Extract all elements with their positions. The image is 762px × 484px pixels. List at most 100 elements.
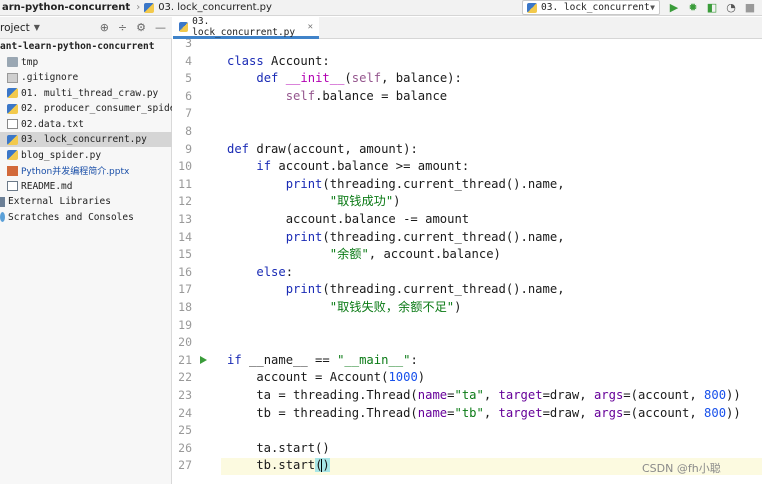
line-number: 27 bbox=[178, 458, 192, 473]
tree-label: 03. lock_concurrent.py bbox=[21, 134, 147, 145]
tree-label: Python并发编程简介.pptx bbox=[21, 167, 130, 177]
run-configuration-select[interactable]: 03. lock_concurrent ▼ bbox=[522, 0, 660, 15]
python-file-icon bbox=[7, 103, 18, 114]
tree-root[interactable]: ant-learn-python-concurrent bbox=[0, 39, 172, 54]
markdown-file-icon bbox=[7, 181, 18, 191]
code-line[interactable]: if account.balance >= amount: bbox=[227, 158, 469, 176]
line-number: 26 bbox=[178, 440, 192, 455]
chevron-down-icon: ▼ bbox=[650, 3, 655, 12]
line-number: 4 bbox=[185, 53, 192, 68]
tree-item-file[interactable]: 02.data.txt bbox=[0, 117, 172, 132]
line-number: 16 bbox=[178, 264, 192, 279]
editor-tab-label: 03. lock_concurrent.py bbox=[192, 15, 296, 38]
collapse-all-icon[interactable]: ÷ bbox=[118, 21, 127, 34]
close-icon[interactable]: ✕ bbox=[308, 22, 313, 32]
tree-item-file-selected[interactable]: 03. lock_concurrent.py bbox=[0, 132, 172, 147]
line-number: 22 bbox=[178, 370, 192, 385]
minimize-icon[interactable]: — bbox=[155, 21, 166, 34]
chevron-down-icon[interactable]: ▼ bbox=[34, 23, 40, 32]
pptx-file-icon bbox=[7, 165, 18, 176]
navigation-bar: arn-python-concurrent › 03. lock_concurr… bbox=[0, 0, 762, 16]
python-file-icon bbox=[144, 2, 155, 13]
line-number: 6 bbox=[185, 88, 192, 103]
line-number: 11 bbox=[178, 176, 192, 191]
tree-label: Scratches and Consoles bbox=[8, 211, 134, 223]
line-number-gutter: 3 4 5 6 7 8 9 10 11 12 13 14 15 16 17 18 19 20 21 22 23 24 25 2… bbox=[173, 39, 221, 484]
code-line[interactable]: def draw(account, amount): bbox=[227, 141, 418, 159]
code-line[interactable]: "余额", account.balance) bbox=[227, 246, 501, 264]
code-line[interactable]: print(threading.current_thread().name, bbox=[227, 229, 565, 247]
python-file-icon bbox=[527, 2, 537, 13]
tree-label: 01. multi_thread_craw.py bbox=[21, 87, 159, 99]
line-number: 23 bbox=[178, 388, 192, 402]
tree-item-file[interactable]: README.md bbox=[0, 179, 172, 194]
code-line[interactable]: class Account: bbox=[227, 53, 330, 71]
coverage-icon[interactable]: ◧ bbox=[706, 1, 718, 14]
code-line[interactable]: def __init__(self, balance): bbox=[227, 70, 461, 88]
code-line[interactable]: ta.start() bbox=[227, 440, 329, 458]
tree-item-file[interactable]: blog_spider.py bbox=[0, 148, 172, 163]
tree-label: blog_spider.py bbox=[21, 149, 102, 161]
code-line[interactable]: print(threading.current_thread().name, bbox=[227, 281, 565, 299]
python-file-icon bbox=[179, 21, 189, 32]
breadcrumb-project[interactable]: arn-python-concurrent bbox=[2, 2, 130, 13]
stop-icon[interactable]: ■ bbox=[744, 1, 756, 14]
tree-label: .gitignore bbox=[21, 72, 79, 83]
line-number: 18 bbox=[178, 300, 192, 314]
tree-item-external-libraries[interactable]: External Libraries bbox=[0, 194, 172, 209]
tree-label: 02.data.txt bbox=[21, 118, 84, 130]
text-file-icon bbox=[7, 119, 18, 129]
code-line[interactable]: tb = threading.Thread(name="tb", target=… bbox=[227, 405, 740, 423]
editor-tab-active[interactable]: 03. lock_concurrent.py ✕ bbox=[173, 15, 319, 39]
tree-label: README.md bbox=[21, 180, 73, 192]
watermark: CSDN @fh小聪 bbox=[642, 462, 721, 475]
line-number: 15 bbox=[178, 247, 192, 262]
line-number: 9 bbox=[185, 141, 192, 156]
line-number: 17 bbox=[178, 282, 192, 297]
tree-label: ant-learn-python-concurrent bbox=[0, 41, 155, 52]
line-number: 14 bbox=[178, 229, 192, 244]
code-line[interactable]: account.balance -= amount bbox=[227, 211, 469, 229]
tree-item-file[interactable]: .gitignore bbox=[0, 70, 172, 85]
code-line[interactable]: tb.start() bbox=[227, 457, 330, 475]
code-line[interactable]: "取钱失败，余额不足") bbox=[227, 299, 462, 317]
code-line[interactable]: account = Account(1000) bbox=[227, 369, 425, 387]
line-number: 12 bbox=[178, 194, 192, 209]
breadcrumb-file[interactable]: 03. lock_concurrent.py bbox=[158, 2, 272, 13]
scratches-icon bbox=[0, 212, 5, 222]
profile-icon[interactable]: ◔ bbox=[725, 1, 737, 14]
editor-tab-bar: 03. lock_concurrent.py ✕ bbox=[173, 15, 762, 39]
breadcrumb-separator-icon: › bbox=[136, 2, 141, 13]
python-file-icon bbox=[7, 150, 18, 160]
run-icon[interactable]: ▶ bbox=[668, 1, 680, 14]
project-panel-header: roject ▼ ⊕ ÷ ⚙ — bbox=[0, 17, 172, 39]
folder-icon bbox=[7, 57, 18, 67]
code-editor[interactable]: 3 4 5 6 7 8 9 10 11 12 13 14 15 16 17 18 19 20 21 22 23 24 25 2… bbox=[173, 39, 762, 484]
tree-item-folder[interactable]: tmp bbox=[0, 55, 172, 70]
run-configuration-label: 03. lock_concurrent bbox=[541, 2, 650, 13]
tree-item-file[interactable]: Python并发编程简介.pptx bbox=[0, 163, 172, 178]
tree-label: 02. producer_consumer_spide bbox=[21, 103, 172, 114]
code-line[interactable]: if __name__ == "__main__": bbox=[227, 352, 418, 370]
gear-icon[interactable]: ⚙ bbox=[136, 21, 146, 34]
line-number: 5 bbox=[185, 71, 192, 86]
line-number: 13 bbox=[178, 212, 192, 226]
code-line[interactable]: print(threading.current_thread().name, bbox=[227, 176, 565, 194]
line-number: 3 bbox=[185, 39, 192, 50]
python-file-icon bbox=[7, 88, 18, 98]
code-line[interactable]: else: bbox=[227, 264, 293, 282]
code-line[interactable]: ta = threading.Thread(name="ta", target=… bbox=[227, 387, 740, 405]
locate-icon[interactable]: ⊕ bbox=[100, 21, 109, 34]
project-tree: ant-learn-python-concurrent tmp .gitigno… bbox=[0, 39, 172, 484]
tree-item-scratches[interactable]: Scratches and Consoles bbox=[0, 210, 172, 225]
tree-item-file[interactable]: 02. producer_consumer_spide bbox=[0, 101, 172, 116]
debug-icon[interactable]: ✹ bbox=[687, 1, 699, 14]
code-line[interactable]: "取钱成功") bbox=[227, 193, 401, 211]
tree-label: tmp bbox=[21, 56, 39, 68]
project-panel-title[interactable]: roject bbox=[0, 22, 30, 34]
line-number: 25 bbox=[178, 423, 192, 438]
tree-item-file[interactable]: 01. multi_thread_craw.py bbox=[0, 86, 172, 101]
code-line[interactable]: self.balance = balance bbox=[227, 88, 447, 106]
run-gutter-icon[interactable] bbox=[200, 356, 207, 365]
line-number: 10 bbox=[178, 159, 192, 174]
